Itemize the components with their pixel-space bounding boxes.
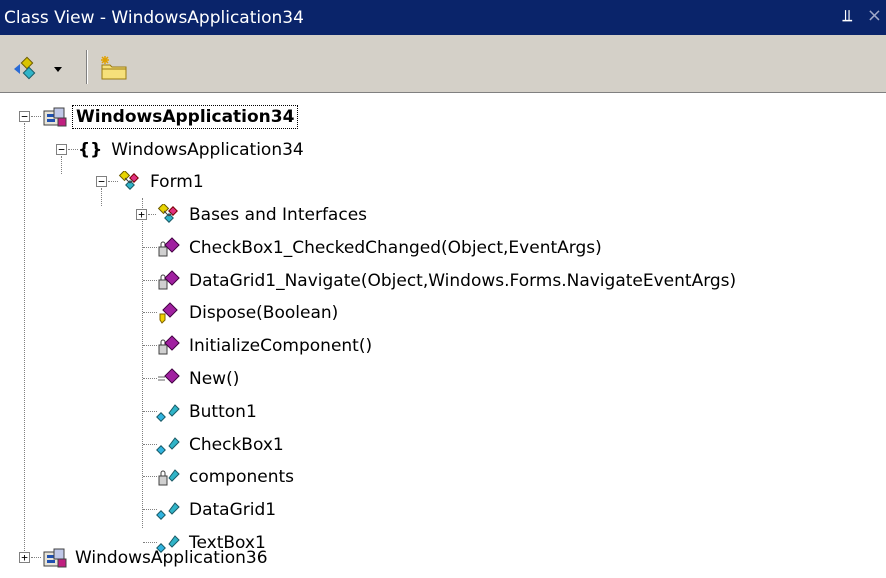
toolbar-separator: [86, 50, 88, 84]
tree-line: [143, 378, 157, 379]
class-tree[interactable]: − WindowsApplication34 − {} WindowsAppli…: [0, 93, 886, 578]
tree-node-member[interactable]: Bases and Interfaces: [156, 198, 370, 231]
tree-label: WindowsApplication36: [75, 547, 268, 568]
tree-line: [31, 557, 41, 558]
tree-label: WindowsApplication34: [72, 104, 299, 129]
namespace-icon: {}: [78, 139, 103, 160]
tree-line: [31, 116, 41, 117]
tree-node-member[interactable]: CheckBox1: [156, 428, 287, 461]
tree-line: [143, 476, 157, 477]
window-title: Class View - WindowsApplication34: [4, 7, 304, 28]
tree-node-member[interactable]: New(): [156, 362, 242, 395]
tree-line: [143, 444, 157, 445]
new-folder-button[interactable]: [96, 55, 132, 81]
tree-line: [148, 214, 156, 215]
tree-line: [61, 156, 62, 174]
friend-field-icon: [156, 501, 180, 520]
tree-label: Form1: [150, 171, 204, 192]
tree-node-member[interactable]: Button1: [156, 395, 260, 428]
tree-node-class[interactable]: Form1: [117, 165, 207, 198]
tree-node-member[interactable]: components: [156, 460, 297, 493]
tree-label: Bases and Interfaces: [189, 204, 368, 225]
toolbar: [0, 35, 886, 93]
tree-line: [68, 149, 78, 150]
tree-node-member[interactable]: InitializeComponent(): [156, 329, 375, 362]
pin-icon[interactable]: ⫫: [843, 6, 852, 26]
private-field-icon: [158, 468, 180, 485]
class-icon: [118, 170, 139, 190]
private-method-icon: [158, 334, 180, 354]
tree-line: [143, 280, 157, 281]
project-icon: [43, 548, 67, 567]
new-folder-icon: [101, 56, 127, 80]
tree-node-project[interactable]: WindowsApplication34: [42, 100, 299, 133]
tree-line: [143, 247, 157, 248]
tree-label: DataGrid1_Navigate(Object,Windows.Forms.…: [189, 270, 737, 291]
tree-node-member[interactable]: CheckBox1_CheckedChanged(Object,EventArg…: [156, 231, 605, 264]
tree-line: [143, 312, 157, 313]
tree-line: [143, 509, 157, 510]
collapse-toggle[interactable]: −: [96, 176, 107, 187]
expand-toggle[interactable]: +: [19, 552, 30, 563]
title-bar: Class View - WindowsApplication34 ⫫ ×: [0, 0, 886, 35]
protected-method-icon: [158, 236, 180, 256]
friend-field-icon: [156, 436, 180, 455]
expand-toggle[interactable]: +: [136, 209, 147, 220]
tree-line: [143, 411, 157, 412]
tree-line: [24, 123, 25, 557]
close-icon[interactable]: ×: [867, 5, 882, 26]
collapse-toggle[interactable]: −: [56, 144, 67, 155]
tree-node-member[interactable]: DataGrid1_Navigate(Object,Windows.Forms.…: [156, 264, 739, 297]
tree-node-namespace[interactable]: {} WindowsApplication34: [78, 133, 307, 166]
tree-node-project[interactable]: WindowsApplication36: [42, 541, 271, 574]
tree-line: [143, 345, 157, 346]
tree-node-member[interactable]: DataGrid1: [156, 493, 279, 526]
tree-label: New(): [189, 368, 240, 389]
tree-label: DataGrid1: [189, 499, 277, 520]
tree-label: CheckBox1: [189, 434, 284, 455]
override-method-icon: [159, 301, 178, 324]
sort-by-type-icon: [14, 56, 62, 80]
tree-label: Button1: [189, 401, 257, 422]
sort-by-button[interactable]: [10, 55, 72, 81]
friend-field-icon: [156, 403, 180, 422]
tree-label: Dispose(Boolean): [189, 302, 339, 323]
tree-node-member[interactable]: Dispose(Boolean): [156, 296, 341, 329]
public-method-icon: [158, 367, 180, 384]
bases-interfaces-icon: [157, 203, 178, 223]
tree-line: [101, 188, 102, 206]
tree-label: CheckBox1_CheckedChanged(Object,EventArg…: [189, 237, 602, 258]
collapse-toggle[interactable]: −: [19, 111, 30, 122]
project-icon: [43, 107, 67, 126]
protected-method-icon: [158, 269, 180, 289]
tree-label: WindowsApplication34: [111, 139, 304, 160]
tree-label: InitializeComponent(): [189, 335, 373, 356]
tree-label: components: [189, 466, 295, 487]
